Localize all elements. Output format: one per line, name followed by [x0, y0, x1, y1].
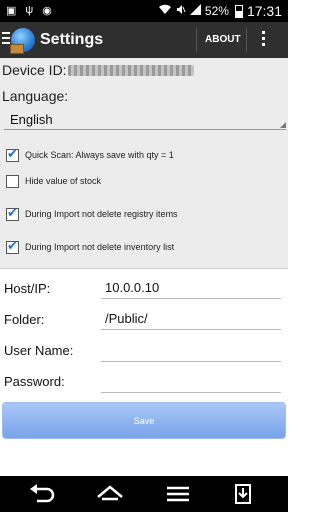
checkbox-keep-inventory[interactable]: During Import not delete inventory list	[6, 238, 174, 256]
system-icons: 52% 17:31	[158, 3, 282, 19]
user-name-label: User Name:	[4, 343, 74, 358]
checkbox-keep-registry[interactable]: During Import not delete registry items	[6, 205, 178, 223]
checkbox-label: Hide value of stock	[25, 176, 102, 186]
language-label: Language:	[2, 88, 69, 104]
divider	[196, 28, 197, 52]
signal-icon	[189, 4, 201, 18]
wifi-icon	[158, 4, 172, 18]
device-id-value-redacted	[68, 65, 194, 76]
mute-icon	[176, 4, 186, 18]
back-icon[interactable]	[27, 483, 57, 505]
checkbox-hide-stock[interactable]: Hide value of stock	[6, 172, 101, 190]
clock: 17:31	[246, 3, 282, 19]
password-label: Password:	[4, 374, 65, 389]
checkbox-box[interactable]	[6, 206, 19, 221]
home-icon[interactable]	[95, 483, 125, 505]
checkbox-label: During Import not delete registry items	[25, 209, 178, 219]
app-icon[interactable]	[10, 28, 35, 54]
section-divider	[0, 268, 288, 269]
checkbox-quick-scan[interactable]: Quick Scan: Always save with qty = 1	[6, 146, 174, 164]
checkbox-box[interactable]	[6, 239, 19, 254]
folder-label: Folder:	[4, 312, 45, 327]
overflow-icon[interactable]	[262, 31, 266, 49]
settings-panel: Device ID: Language: English Quick Scan:…	[0, 58, 288, 268]
menu-icon[interactable]	[2, 32, 10, 46]
checkbox-label: Quick Scan: Always save with qty = 1	[25, 150, 174, 160]
about-button[interactable]: ABOUT	[205, 34, 241, 45]
action-bar: Settings ABOUT	[0, 22, 288, 58]
user-name-input[interactable]	[101, 340, 281, 362]
recent-apps-icon[interactable]	[163, 483, 193, 505]
checkbox-box[interactable]	[6, 174, 19, 188]
battery-percent: 52%	[204, 4, 229, 18]
battery-icon	[234, 4, 243, 18]
checkbox-box[interactable]	[6, 147, 19, 162]
notification-icons: ▣ ψ ◉	[6, 4, 52, 17]
box-icon	[10, 44, 24, 54]
device-id-label: Device ID:	[2, 62, 67, 78]
divider	[246, 28, 247, 52]
bug-icon: ◉	[42, 5, 52, 17]
host-label: Host/IP:	[4, 281, 51, 296]
host-input[interactable]	[101, 277, 281, 299]
password-input[interactable]	[101, 371, 281, 393]
save-button[interactable]: Save	[2, 402, 286, 439]
navigation-bar	[0, 476, 288, 512]
language-value: English	[10, 112, 53, 127]
battery-level	[235, 10, 242, 17]
page-title: Settings	[40, 31, 104, 48]
dropdown-corner-icon	[280, 122, 286, 128]
image-icon: ▣	[6, 5, 17, 17]
checkbox-label: During Import not delete inventory list	[25, 242, 175, 252]
status-bar: ▣ ψ ◉ 52% 17:31	[0, 0, 288, 22]
usb-icon: ψ	[25, 4, 34, 16]
language-select[interactable]: English	[4, 108, 286, 130]
download-icon[interactable]	[228, 483, 258, 505]
folder-input[interactable]	[101, 308, 281, 330]
